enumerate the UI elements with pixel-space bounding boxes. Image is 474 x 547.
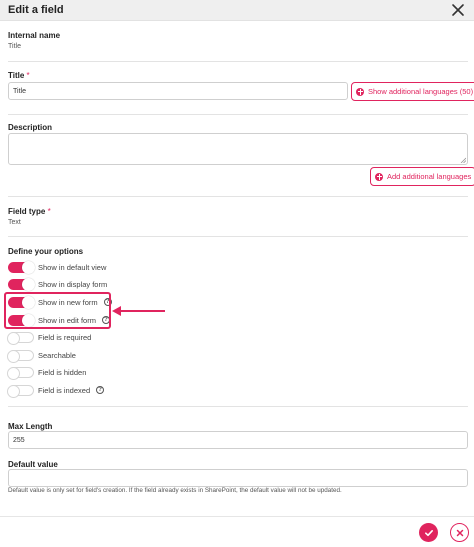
max-length-input[interactable]: 255: [8, 431, 468, 449]
internal-name-value: Title: [8, 43, 21, 50]
title-input[interactable]: Title: [8, 82, 348, 100]
toggle-switch[interactable]: [7, 331, 34, 345]
divider: [8, 236, 468, 237]
divider: [8, 61, 468, 62]
toggle-knob: [22, 277, 35, 291]
globe-icon: [356, 87, 364, 96]
toggle-knob: [7, 384, 20, 398]
toggle-switch[interactable]: [7, 349, 34, 363]
toggle-knob: [7, 349, 20, 363]
close-icon: [456, 529, 463, 536]
default-value-input[interactable]: [8, 469, 468, 487]
required-mark: *: [26, 71, 30, 80]
toggle-switch[interactable]: [8, 260, 35, 274]
options-heading: Define your options: [8, 247, 84, 256]
add-additional-languages-label: Add additional languages: [387, 172, 472, 181]
option-label: Show in default view: [38, 262, 107, 272]
option-field-is-hidden: Field is hidden: [7, 366, 87, 380]
question-circle-icon[interactable]: ?: [96, 386, 105, 394]
option-searchable: Searchable: [7, 349, 76, 363]
default-value-note: Default value is only set for field's cr…: [8, 487, 342, 494]
title-label-text: Title: [8, 71, 25, 80]
option-label: Show in display form: [38, 279, 108, 289]
description-textarea[interactable]: [8, 133, 468, 165]
footer-divider: [0, 516, 474, 517]
divider: [8, 196, 468, 197]
toggle-switch[interactable]: [7, 366, 34, 380]
field-type-value: Text: [8, 219, 21, 226]
field-type-label-text: Field type: [8, 207, 46, 216]
field-type-label: Field type *: [8, 207, 51, 216]
option-show-in-display-form: Show in display form: [8, 277, 108, 291]
dialog-title: Edit a field: [8, 4, 64, 16]
cancel-button[interactable]: [450, 523, 469, 542]
option-field-is-indexed: Field is indexed ?: [7, 384, 105, 398]
option-label: Field is indexed: [38, 385, 91, 395]
highlight-box: [4, 292, 111, 329]
required-mark: *: [47, 207, 51, 216]
add-additional-languages-button[interactable]: Add additional languages: [370, 167, 474, 186]
option-label: Field is required: [38, 332, 92, 342]
close-icon[interactable]: [450, 2, 466, 18]
option-label: Field is hidden: [38, 367, 87, 377]
description-label: Description: [8, 123, 53, 132]
toggle-knob: [7, 331, 20, 345]
max-length-label: Max Length: [8, 422, 53, 431]
title-label: Title *: [8, 71, 30, 80]
internal-name-label: Internal name: [8, 31, 61, 40]
divider: [8, 114, 468, 115]
show-additional-languages-label: Show additional languages (50): [368, 87, 474, 96]
toggle-switch[interactable]: [7, 384, 34, 398]
option-field-is-required: Field is required: [7, 331, 92, 345]
divider: [8, 406, 468, 407]
arrow-left-icon: [112, 306, 165, 316]
globe-icon: [375, 172, 383, 181]
option-show-in-default-view: Show in default view: [8, 260, 107, 274]
toggle-knob: [7, 366, 20, 380]
check-icon: [424, 529, 433, 536]
option-label: Searchable: [38, 350, 76, 360]
confirm-button[interactable]: [419, 523, 438, 542]
default-value-label: Default value: [8, 460, 58, 469]
show-additional-languages-button[interactable]: Show additional languages (50): [351, 82, 474, 101]
toggle-knob: [22, 260, 35, 274]
toggle-switch[interactable]: [8, 277, 35, 291]
resize-handle-icon[interactable]: [460, 157, 466, 163]
dialog-header: Edit a field: [0, 0, 474, 21]
